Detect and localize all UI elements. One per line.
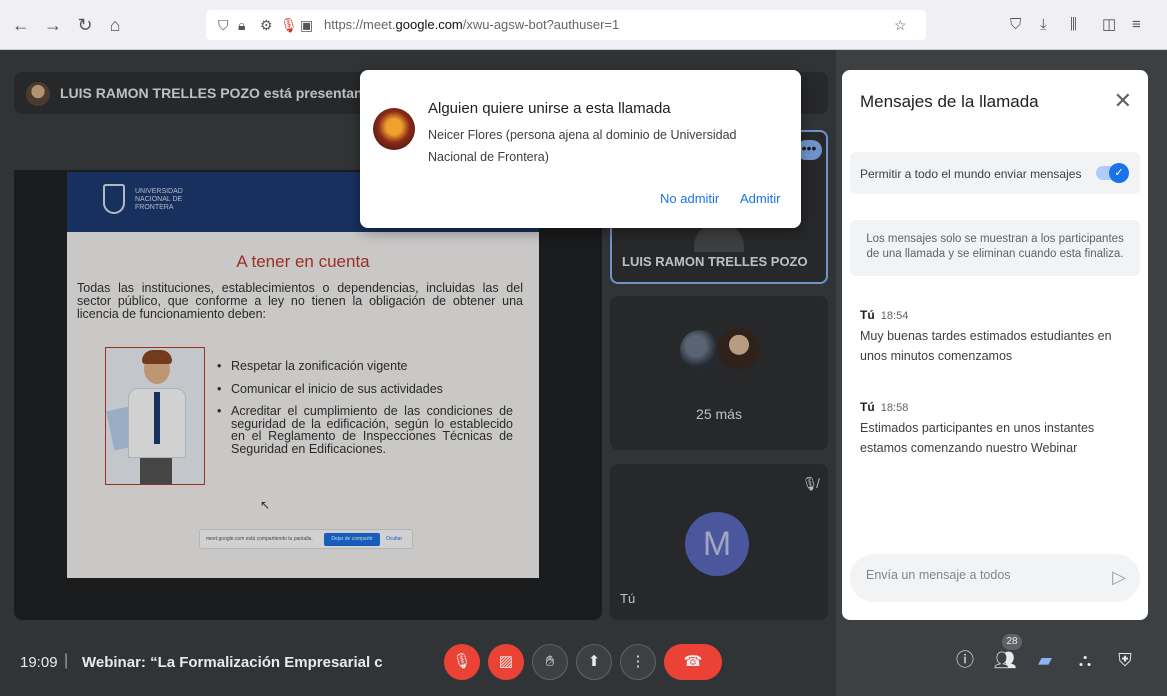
deny-button[interactable]: No admitir xyxy=(660,191,719,206)
camera-toggle-button[interactable]: ▨ xyxy=(488,644,524,680)
home-icon[interactable]: ⌂ xyxy=(104,14,126,36)
people-icon[interactable]: 👥︎ xyxy=(992,648,1018,672)
allow-messages-toggle[interactable]: ✓ xyxy=(1096,163,1129,183)
avatar xyxy=(373,108,415,150)
info-icon[interactable]: ⓘ xyxy=(952,648,978,672)
meeting-title: Webinar: “La Formalización Empresarial c… xyxy=(82,654,382,671)
dialog-body: Neicer Flores (persona ajena al dominio … xyxy=(428,128,737,164)
chat-input-box: ▷ xyxy=(850,554,1140,602)
bottom-control-bar: 19:09 | Webinar: “La Formalización Empre… xyxy=(0,600,1167,696)
chat-title: Mensajes de la llamada xyxy=(860,92,1039,111)
allow-messages-row: Permitir a todo el mundo enviar mensajes… xyxy=(850,152,1140,194)
forward-icon[interactable]: → xyxy=(42,14,64,36)
activities-icon[interactable]: ⛬ xyxy=(1072,648,1098,672)
browser-toolbar: ← → ↻ ⌂ ⛉ 🔒︎ ⚙ 🎙︎ ▣ https://meet.google.… xyxy=(0,0,1167,50)
camera-off-icon: ▨ xyxy=(498,653,514,670)
chat-message: Tú 18:54 Muy buenas tardes estimados est… xyxy=(860,308,1136,366)
menu-icon[interactable]: ≡ xyxy=(1132,14,1141,36)
more-vert-icon: ⋮ xyxy=(630,653,646,670)
host-controls-icon[interactable]: ⛨ xyxy=(1112,648,1138,672)
mic-off-icon: 🎙︎ xyxy=(452,653,472,670)
download-icon[interactable]: ⤓ xyxy=(1040,14,1047,36)
library-icon[interactable]: ⫼ xyxy=(1070,14,1077,36)
chat-notice: Los mensajes solo se muestran a los part… xyxy=(850,220,1140,276)
close-icon[interactable]: ✕ xyxy=(1114,90,1132,112)
hang-up-icon: ☎︎ xyxy=(683,653,703,670)
present-screen-icon: ⬆ xyxy=(587,653,601,670)
reload-icon[interactable]: ↻ xyxy=(74,14,96,36)
dialog-title: Alguien quiere unirse a esta llamada xyxy=(428,100,671,117)
microphone-icon[interactable]: 🎙︎ xyxy=(280,15,298,35)
leave-call-button[interactable]: ☎︎ xyxy=(664,644,722,680)
admit-button[interactable]: Admitir xyxy=(740,191,780,206)
message-sender: Tú xyxy=(860,308,875,322)
send-icon[interactable]: ▷ xyxy=(1112,566,1126,588)
address-bar[interactable]: ⛉ 🔒︎ ⚙ 🎙︎ ▣ https://meet.google.com/xwu-… xyxy=(206,10,926,40)
message-time: 18:54 xyxy=(880,310,909,322)
message-sender: Tú xyxy=(860,400,875,414)
check-icon: ✓ xyxy=(1109,163,1129,183)
sidebar-icon[interactable]: ◫ xyxy=(1102,14,1116,36)
lock-icon[interactable]: 🔒︎ xyxy=(238,15,245,35)
mic-toggle-button[interactable]: 🎙︎ xyxy=(444,644,480,680)
present-button[interactable]: ⬆ xyxy=(576,644,612,680)
meeting-time: 19:09 xyxy=(20,654,58,671)
permissions-icon[interactable]: ⚙ xyxy=(260,15,273,35)
pocket-icon[interactable]: ⛉ xyxy=(1010,14,1021,36)
chat-message-input[interactable] xyxy=(866,568,1096,582)
more-options-button[interactable]: ⋮ xyxy=(620,644,656,680)
raise-hand-button[interactable]: ✋︎ xyxy=(532,644,568,680)
chat-icon[interactable]: ▰ xyxy=(1032,648,1058,672)
message-text: Estimados participantes en unos instante… xyxy=(860,421,1095,455)
chat-message: Tú 18:58 Estimados participantes en unos… xyxy=(860,400,1136,458)
message-time: 18:58 xyxy=(880,402,909,414)
message-text: Muy buenas tardes estimados estudiantes … xyxy=(860,329,1112,363)
join-request-dialog: Alguien quiere unirse a esta llamada Nei… xyxy=(360,70,801,228)
bookmark-star-icon[interactable]: ☆ xyxy=(894,15,907,35)
chat-panel: Mensajes de la llamada ✕ Permitir a todo… xyxy=(842,70,1148,620)
screen-share-icon[interactable]: ▣ xyxy=(300,15,313,35)
hand-icon: ✋︎ xyxy=(545,653,555,670)
allow-messages-label: Permitir a todo el mundo enviar mensajes xyxy=(860,167,1082,181)
shield-icon[interactable]: ⛉ xyxy=(218,15,229,35)
back-icon[interactable]: ← xyxy=(10,14,32,36)
divider: | xyxy=(64,652,69,669)
url-text: https://meet.google.com/xwu-agsw-bot?aut… xyxy=(324,17,620,32)
